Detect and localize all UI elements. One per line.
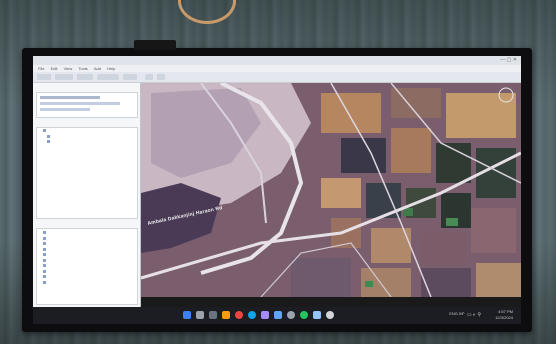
toolbar-button[interactable] xyxy=(77,74,93,80)
app-icon[interactable] xyxy=(326,311,334,319)
menu-add[interactable]: Add xyxy=(94,66,101,71)
monitor-screen: — ▢ ✕ File Edit View Tools Add Help Amba… xyxy=(33,56,521,307)
layer-item[interactable] xyxy=(37,280,137,286)
chrome-icon[interactable] xyxy=(235,311,243,319)
toolbar-button[interactable] xyxy=(123,74,137,80)
clock-date: 12/3/2024 xyxy=(495,315,513,320)
language-indicator[interactable]: ENG IN xyxy=(449,311,463,317)
menu-view[interactable]: View xyxy=(64,66,73,71)
satellite-map-view[interactable]: Ambala Dakkanjinj Haraon Rd xyxy=(141,83,521,297)
menu-edit[interactable]: Edit xyxy=(51,66,58,71)
files-icon[interactable] xyxy=(222,311,230,319)
menu-help[interactable]: Help xyxy=(107,66,115,71)
satellite-imagery xyxy=(141,83,521,297)
menu-tools[interactable]: Tools xyxy=(78,66,87,71)
webcam xyxy=(134,40,176,50)
sidebar-panel xyxy=(33,83,141,307)
toolbar-button[interactable] xyxy=(97,74,119,80)
layers-tree[interactable] xyxy=(36,228,138,305)
window-controls[interactable]: — ▢ ✕ xyxy=(500,57,517,63)
toolbar-button[interactable] xyxy=(55,74,73,80)
mail-icon[interactable] xyxy=(313,311,321,319)
store-icon[interactable] xyxy=(274,311,282,319)
edge-icon[interactable] xyxy=(248,311,256,319)
menu-file[interactable]: File xyxy=(38,66,44,71)
search-result-line xyxy=(40,102,120,105)
clock[interactable]: 4:57 PM 12/3/2024 xyxy=(495,309,513,321)
search-icon[interactable] xyxy=(196,311,204,319)
window-titlebar: — ▢ ✕ xyxy=(33,56,521,65)
whatsapp-icon[interactable] xyxy=(300,311,308,319)
search-result-line xyxy=(40,108,90,111)
toolbar-button[interactable] xyxy=(157,74,165,80)
toolbar-button[interactable] xyxy=(37,74,51,80)
settings-icon[interactable] xyxy=(287,311,295,319)
menu-bar: File Edit View Tools Add Help xyxy=(33,65,521,72)
toolbar-button[interactable] xyxy=(145,74,153,80)
start-icon[interactable] xyxy=(183,311,191,319)
toolbar xyxy=(33,72,521,83)
map-status-bar xyxy=(141,297,521,307)
system-tray-icons[interactable]: ⌃ ▭ ◐ ⚲ xyxy=(461,312,481,318)
places-tree[interactable] xyxy=(36,127,138,219)
places-item[interactable] xyxy=(37,139,137,145)
search-results-box[interactable] xyxy=(36,92,138,118)
task-view-icon[interactable] xyxy=(209,311,217,319)
photos-icon[interactable] xyxy=(261,311,269,319)
search-result-line xyxy=(40,96,100,99)
windows-taskbar: ⌃ ▭ ◐ ⚲ ENG IN 4:57 PM 12/3/2024 xyxy=(33,307,521,324)
